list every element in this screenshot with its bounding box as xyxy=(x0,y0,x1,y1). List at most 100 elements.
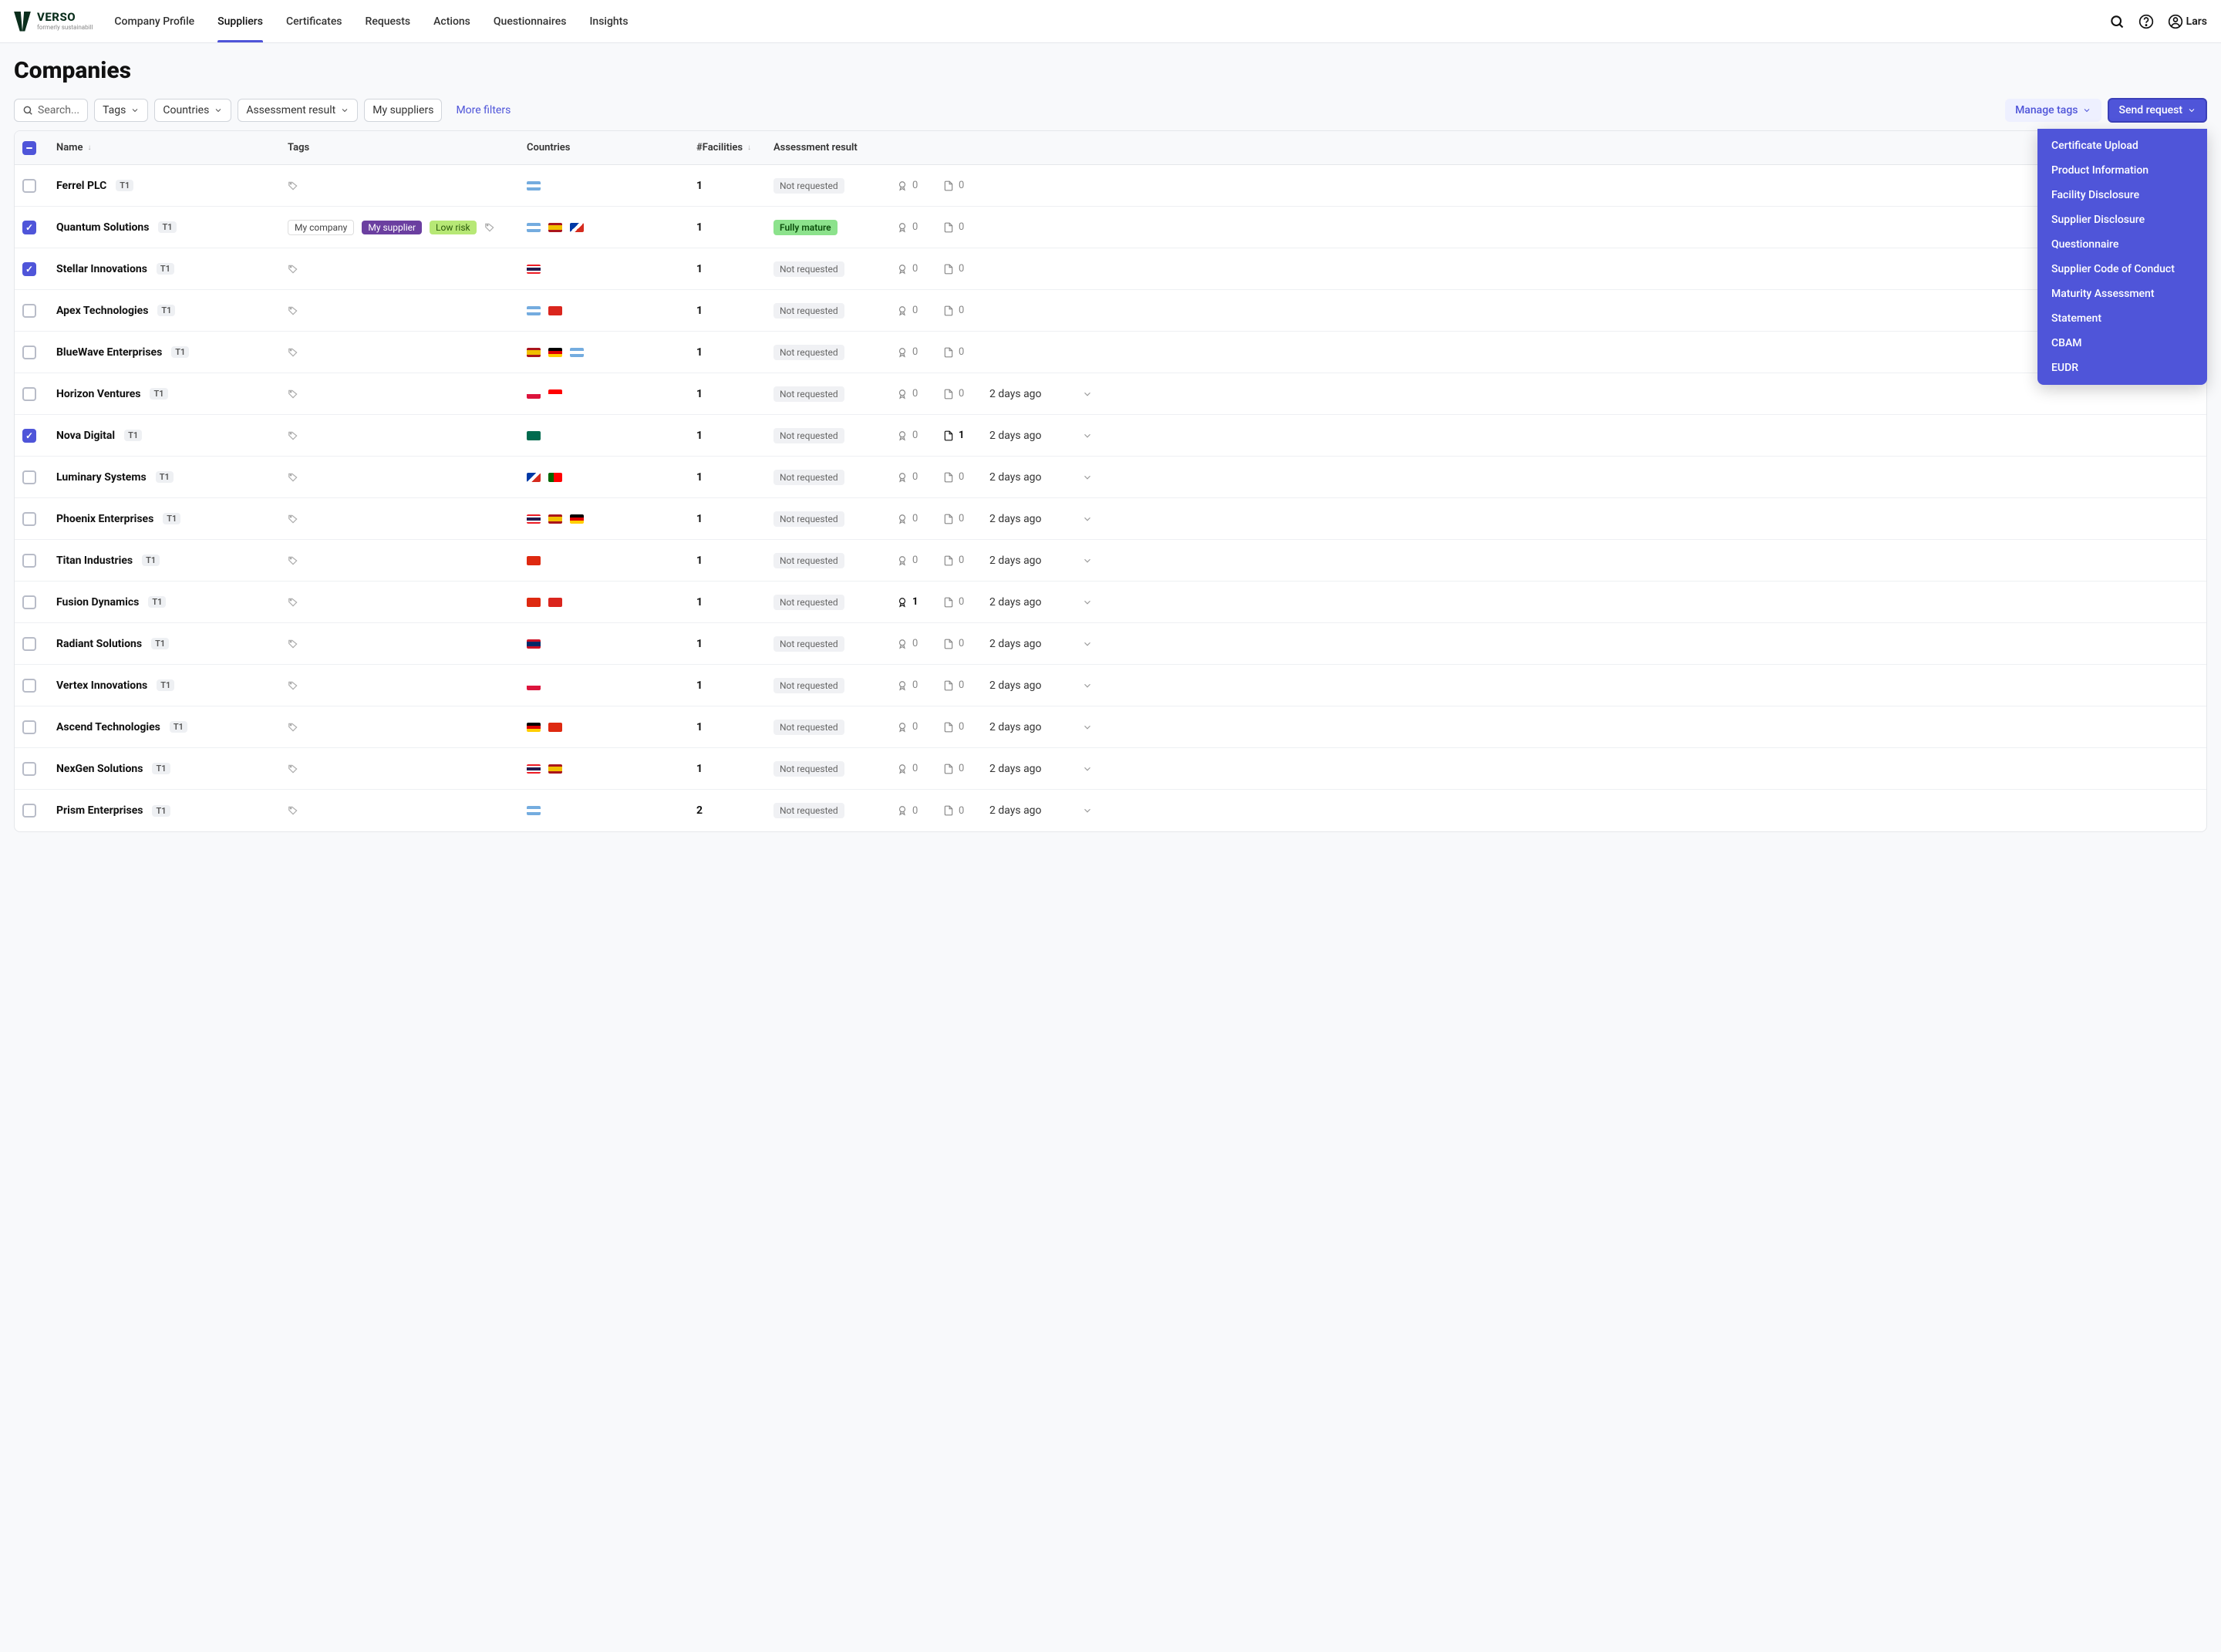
search-icon[interactable] xyxy=(2109,14,2125,29)
tags-cell xyxy=(280,722,519,733)
send-option-supplier-disclosure[interactable]: Supplier Disclosure xyxy=(2037,207,2207,232)
row-expand-button[interactable] xyxy=(1074,472,1105,483)
row-checkbox[interactable] xyxy=(22,179,36,193)
company-name[interactable]: Luminary Systems xyxy=(56,471,147,484)
company-name[interactable]: Ferrel PLC xyxy=(56,180,106,192)
send-option-certificate-upload[interactable]: Certificate Upload xyxy=(2037,133,2207,158)
tag-icon[interactable] xyxy=(288,305,298,316)
user-menu[interactable]: Lars xyxy=(2168,14,2207,29)
row-checkbox[interactable] xyxy=(22,470,36,484)
company-name[interactable]: Titan Industries xyxy=(56,555,133,567)
tag-icon[interactable] xyxy=(288,389,298,400)
filter-assessment[interactable]: Assessment result xyxy=(238,99,358,122)
row-checkbox[interactable] xyxy=(22,262,36,276)
company-name[interactable]: Prism Enterprises xyxy=(56,804,143,817)
company-name[interactable]: Apex Technologies xyxy=(56,305,148,317)
col-tags[interactable]: Tags xyxy=(280,142,519,153)
brand-logo[interactable]: VERSO formerly sustainabill xyxy=(14,12,93,32)
company-name[interactable]: Phoenix Enterprises xyxy=(56,513,153,525)
tag-icon[interactable] xyxy=(288,597,298,608)
tag-icon[interactable] xyxy=(288,639,298,649)
select-all-checkbox[interactable] xyxy=(22,141,36,155)
nav-company-profile[interactable]: Company Profile xyxy=(114,2,194,42)
company-name[interactable]: Quantum Solutions xyxy=(56,221,149,234)
send-request-button[interactable]: Send request xyxy=(2108,98,2207,123)
row-checkbox[interactable] xyxy=(22,720,36,734)
tag-icon[interactable] xyxy=(288,264,298,275)
row-checkbox[interactable] xyxy=(22,595,36,609)
company-name[interactable]: Radiant Solutions xyxy=(56,638,142,650)
send-option-maturity-assessment[interactable]: Maturity Assessment xyxy=(2037,282,2207,306)
tag-icon[interactable] xyxy=(288,722,298,733)
nav-suppliers[interactable]: Suppliers xyxy=(217,2,263,42)
row-checkbox[interactable] xyxy=(22,221,36,234)
row-checkbox[interactable] xyxy=(22,554,36,568)
col-countries[interactable]: Countries xyxy=(519,142,689,153)
send-option-supplier-code-of-conduct[interactable]: Supplier Code of Conduct xyxy=(2037,257,2207,282)
col-facilities[interactable]: #Facilities↓ xyxy=(689,142,766,153)
help-icon[interactable] xyxy=(2138,14,2154,29)
nav-requests[interactable]: Requests xyxy=(366,2,411,42)
tag-icon[interactable] xyxy=(288,514,298,524)
send-option-product-information[interactable]: Product Information xyxy=(2037,158,2207,183)
tag-icon[interactable] xyxy=(288,347,298,358)
tag-chip[interactable]: Low risk xyxy=(430,221,477,234)
filter-countries[interactable]: Countries xyxy=(154,99,231,122)
nav-questionnaires[interactable]: Questionnaires xyxy=(494,2,567,42)
row-expand-button[interactable] xyxy=(1074,680,1105,691)
row-checkbox[interactable] xyxy=(22,762,36,776)
filter-tags[interactable]: Tags xyxy=(94,99,148,122)
col-name[interactable]: Name↓ xyxy=(49,142,280,153)
row-expand-button[interactable] xyxy=(1074,514,1105,524)
table-row: Stellar InnovationsT11Not requested00 xyxy=(15,248,2206,290)
tag-icon[interactable] xyxy=(288,180,298,191)
search-input[interactable]: Search... xyxy=(14,99,88,122)
tag-icon[interactable] xyxy=(288,680,298,691)
tag-icon[interactable] xyxy=(288,805,298,816)
tag-icon[interactable] xyxy=(288,555,298,566)
row-expand-button[interactable] xyxy=(1074,764,1105,774)
send-option-statement[interactable]: Statement xyxy=(2037,306,2207,331)
tag-icon[interactable] xyxy=(288,430,298,441)
row-checkbox[interactable] xyxy=(22,387,36,401)
row-checkbox[interactable] xyxy=(22,429,36,443)
row-expand-button[interactable] xyxy=(1074,805,1105,816)
send-option-questionnaire[interactable]: Questionnaire xyxy=(2037,232,2207,257)
tag-chip[interactable]: My supplier xyxy=(362,221,422,234)
row-expand-button[interactable] xyxy=(1074,555,1105,566)
send-option-facility-disclosure[interactable]: Facility Disclosure xyxy=(2037,183,2207,207)
tag-icon[interactable] xyxy=(288,472,298,483)
company-name[interactable]: BlueWave Enterprises xyxy=(56,346,162,359)
company-name[interactable]: Stellar Innovations xyxy=(56,263,147,275)
row-checkbox[interactable] xyxy=(22,804,36,818)
company-name[interactable]: Ascend Technologies xyxy=(56,721,160,733)
row-checkbox[interactable] xyxy=(22,512,36,526)
manage-tags-button[interactable]: Manage tags xyxy=(2005,99,2101,122)
row-expand-button[interactable] xyxy=(1074,430,1105,441)
send-option-cbam[interactable]: CBAM xyxy=(2037,331,2207,356)
company-name[interactable]: NexGen Solutions xyxy=(56,763,143,775)
row-expand-button[interactable] xyxy=(1074,597,1105,608)
tag-icon[interactable] xyxy=(288,764,298,774)
company-name[interactable]: Fusion Dynamics xyxy=(56,596,139,609)
nav-certificates[interactable]: Certificates xyxy=(286,2,342,42)
row-expand-button[interactable] xyxy=(1074,389,1105,400)
row-checkbox[interactable] xyxy=(22,679,36,693)
row-checkbox[interactable] xyxy=(22,346,36,359)
nav-insights[interactable]: Insights xyxy=(589,2,628,42)
row-checkbox[interactable] xyxy=(22,304,36,318)
add-tag-icon[interactable] xyxy=(484,222,495,233)
tag-chip[interactable]: My company xyxy=(288,220,354,235)
row-expand-button[interactable] xyxy=(1074,639,1105,649)
company-name[interactable]: Nova Digital xyxy=(56,430,115,442)
send-option-eudr[interactable]: EUDR xyxy=(2037,356,2207,380)
more-filters-link[interactable]: More filters xyxy=(448,99,518,121)
company-name[interactable]: Horizon Ventures xyxy=(56,388,140,400)
nav-actions[interactable]: Actions xyxy=(433,2,470,42)
document-count: 0 xyxy=(935,721,982,733)
col-assessment[interactable]: Assessment result xyxy=(766,142,889,153)
row-checkbox[interactable] xyxy=(22,637,36,651)
row-expand-button[interactable] xyxy=(1074,722,1105,733)
company-name[interactable]: Vertex Innovations xyxy=(56,679,147,692)
filter-mysuppliers[interactable]: My suppliers xyxy=(364,99,442,122)
